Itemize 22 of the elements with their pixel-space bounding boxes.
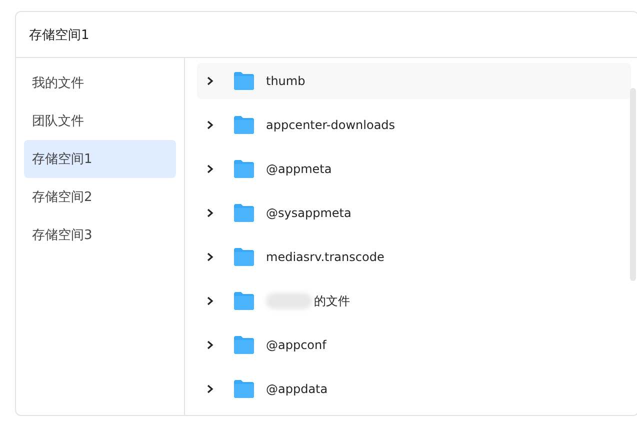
folder-row[interactable]: mediasrv.transcode bbox=[197, 239, 631, 275]
folder-name: @appconf bbox=[266, 338, 326, 352]
sidebar-item[interactable]: 存储空间1 bbox=[24, 140, 176, 178]
folder-row[interactable]: 的文件 bbox=[197, 283, 631, 319]
folder-name: appcenter-downloads bbox=[266, 118, 396, 132]
folder-name: thumb bbox=[266, 74, 306, 88]
folder-name: @appmeta bbox=[266, 162, 332, 176]
folder-name: 的文件 bbox=[314, 292, 350, 310]
folder-row[interactable]: @appdata bbox=[197, 371, 631, 407]
window-title: 存储空间1 bbox=[29, 26, 90, 44]
folder-name: mediasrv.transcode bbox=[266, 250, 384, 264]
sidebar-item[interactable]: 我的文件 bbox=[24, 64, 176, 102]
folder-row[interactable]: @appmeta bbox=[197, 151, 631, 187]
sidebar-item[interactable]: 团队文件 bbox=[24, 102, 176, 140]
folder-row[interactable]: @appconf bbox=[197, 327, 631, 363]
sidebar-item[interactable]: 存储空间2 bbox=[24, 178, 176, 216]
sidebar-item[interactable]: 存储空间3 bbox=[24, 216, 176, 254]
folder-row[interactable]: @sysappmeta bbox=[197, 195, 631, 231]
folder-name: @appdata bbox=[266, 382, 328, 396]
folder-row[interactable]: thumb bbox=[197, 63, 631, 99]
folder-name: @sysappmeta bbox=[266, 206, 352, 220]
folder-row[interactable]: appcenter-downloads bbox=[197, 107, 631, 143]
